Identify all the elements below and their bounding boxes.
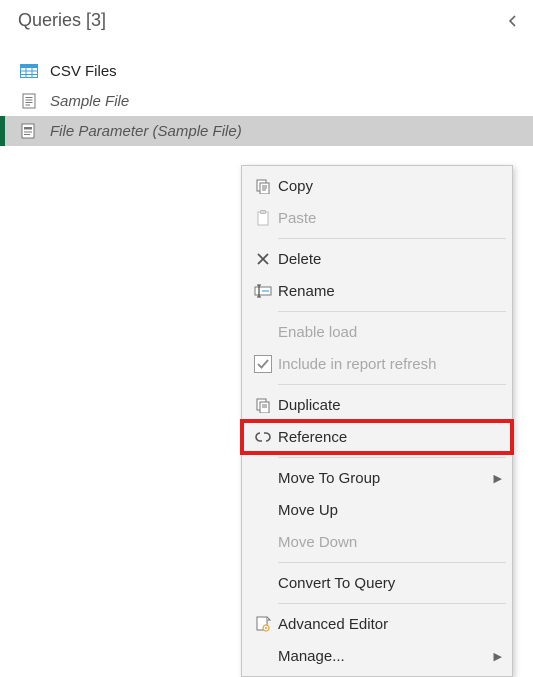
menu-separator (278, 603, 506, 604)
menu-manage[interactable]: Manage... ▶ (242, 640, 512, 672)
menu-convert-to-query[interactable]: Convert To Query (242, 567, 512, 599)
menu-move-up[interactable]: Move Up (242, 494, 512, 526)
query-label: CSV Files (50, 63, 117, 80)
menu-label: Move Up (278, 502, 502, 519)
menu-duplicate[interactable]: Duplicate (242, 389, 512, 421)
queries-panel-title: Queries [3] (18, 10, 106, 31)
queries-list: CSV Files Sample File File Parameter (Sa… (0, 56, 533, 146)
menu-move-down: Move Down (242, 526, 512, 558)
menu-label: Move To Group (278, 470, 488, 487)
menu-label: Move Down (278, 534, 502, 551)
menu-label: Enable load (278, 324, 502, 341)
menu-label: Include in report refresh (278, 356, 502, 373)
menu-label: Duplicate (278, 397, 502, 414)
query-item-csv-files[interactable]: CSV Files (0, 56, 533, 86)
reference-icon (248, 430, 278, 444)
menu-delete[interactable]: Delete (242, 243, 512, 275)
query-label: File Parameter (Sample File) (50, 123, 242, 140)
menu-label: Advanced Editor (278, 616, 502, 633)
context-menu: Copy Paste Delete (241, 165, 513, 677)
menu-advanced-editor[interactable]: Advanced Editor (242, 608, 512, 640)
menu-rename[interactable]: Rename (242, 275, 512, 307)
paste-icon (248, 210, 278, 226)
checkbox-checked-icon (248, 355, 278, 373)
queries-panel-header: Queries [3] (0, 0, 533, 38)
query-item-sample-file[interactable]: Sample File (0, 86, 533, 116)
menu-include-refresh: Include in report refresh (242, 348, 512, 380)
rename-icon (248, 284, 278, 298)
menu-label: Convert To Query (278, 575, 502, 592)
copy-icon (248, 178, 278, 194)
submenu-arrow-icon: ▶ (494, 650, 502, 663)
menu-label: Rename (278, 283, 502, 300)
document-icon (18, 93, 40, 109)
collapse-panel-icon[interactable] (507, 14, 519, 28)
advanced-editor-icon (248, 616, 278, 632)
parameter-icon (18, 123, 40, 139)
menu-enable-load: Enable load (242, 316, 512, 348)
menu-label: Manage... (278, 648, 488, 665)
submenu-arrow-icon: ▶ (494, 472, 502, 485)
duplicate-icon (248, 397, 278, 413)
menu-label: Copy (278, 178, 502, 195)
menu-copy[interactable]: Copy (242, 170, 512, 202)
table-icon (18, 64, 40, 78)
menu-separator (278, 311, 506, 312)
menu-label: Paste (278, 210, 502, 227)
menu-label: Delete (278, 251, 502, 268)
delete-icon (248, 252, 278, 266)
menu-separator (278, 457, 506, 458)
menu-separator (278, 562, 506, 563)
menu-label: Reference (278, 429, 502, 446)
query-label: Sample File (50, 93, 129, 110)
menu-separator (278, 384, 506, 385)
menu-paste: Paste (242, 202, 512, 234)
menu-reference[interactable]: Reference (242, 421, 512, 453)
menu-move-to-group[interactable]: Move To Group ▶ (242, 462, 512, 494)
query-item-file-parameter[interactable]: File Parameter (Sample File) (0, 116, 533, 146)
menu-separator (278, 238, 506, 239)
